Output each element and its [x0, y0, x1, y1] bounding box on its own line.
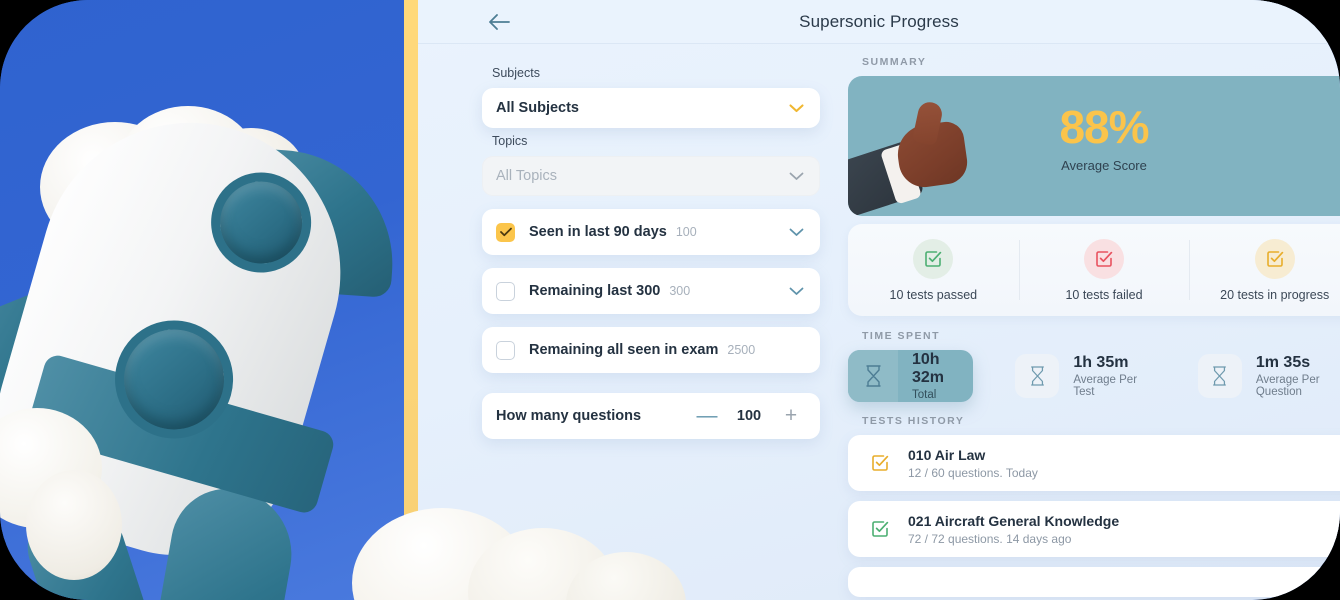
- stepper-increment-button[interactable]: +: [776, 404, 806, 428]
- time-caption: Average Per Test: [1073, 374, 1138, 399]
- test-history-row[interactable]: 021 Aircraft General Knowledge 72 / 72 q…: [848, 501, 1340, 557]
- tests-stats-card: 10 tests passed 10 tests failed 20 tests…: [848, 224, 1340, 316]
- test-history-subtitle: 72 / 72 questions. 14 days ago: [908, 531, 1072, 546]
- average-score-caption: Average Score: [1061, 158, 1147, 173]
- checkbox-checked[interactable]: [496, 222, 515, 242]
- chevron-down-icon: [789, 172, 804, 180]
- stat-tests-passed: 10 tests passed: [848, 224, 1019, 316]
- check-square-icon: [870, 519, 890, 539]
- filter-option-row[interactable]: Seen in last 90 days 100: [482, 209, 820, 255]
- filter-option-row[interactable]: Remaining last 300 300: [482, 268, 820, 314]
- hero-illustration-panel: [0, 0, 412, 600]
- chevron-down-icon[interactable]: [789, 228, 804, 237]
- time-value: 10h 32m: [912, 350, 945, 386]
- subjects-value: All Subjects: [496, 100, 579, 116]
- filter-option-label: Remaining all seen in exam: [529, 342, 719, 358]
- hourglass-icon: [848, 350, 898, 402]
- progress-column: SUMMARY 88% Average Score 10 tests passe…: [848, 44, 1340, 600]
- app-screen: Supersonic Progress Subjects All Subject…: [0, 0, 1340, 600]
- checkbox-unchecked[interactable]: [496, 281, 515, 301]
- stepper-value: 100: [736, 408, 762, 424]
- test-history-title: 010 Air Law: [908, 446, 986, 463]
- time-card-average-per-test[interactable]: 1h 35m Average Per Test: [1015, 350, 1156, 402]
- topics-placeholder: All Topics: [496, 168, 557, 184]
- cloud-shape: [26, 470, 122, 580]
- summary-section-label: SUMMARY: [862, 56, 927, 68]
- summary-card: 88% Average Score: [848, 76, 1340, 216]
- subjects-select[interactable]: All Subjects: [482, 88, 820, 128]
- hourglass-icon: [1015, 354, 1060, 398]
- top-bar: Supersonic Progress: [418, 0, 1340, 44]
- back-button[interactable]: [481, 4, 517, 40]
- topics-select[interactable]: All Topics: [482, 156, 820, 196]
- test-history-title: 021 Aircraft General Knowledge: [908, 512, 1120, 529]
- stat-label: 10 tests passed: [889, 287, 978, 302]
- filter-option-count: 2500: [727, 343, 756, 357]
- stat-label: 10 tests failed: [1065, 287, 1143, 302]
- filter-option-count: 300: [669, 284, 691, 298]
- time-card-average-per-question[interactable]: 1m 35s Average Per Question: [1197, 350, 1340, 402]
- test-history-row[interactable]: [848, 567, 1340, 597]
- check-square-icon: [870, 453, 890, 473]
- time-value: 1h 35m: [1073, 353, 1129, 371]
- time-caption: Average Per Question: [1255, 374, 1320, 399]
- stat-label: 20 tests in progress: [1220, 287, 1330, 302]
- test-history-subtitle: 12 / 60 questions. Today: [908, 465, 1038, 480]
- test-history-row[interactable]: 010 Air Law 12 / 60 questions. Today: [848, 435, 1340, 491]
- stat-tests-failed: 10 tests failed: [1018, 224, 1190, 316]
- check-square-icon: [1254, 238, 1295, 279]
- filter-option-row[interactable]: Remaining all seen in exam 2500: [482, 327, 820, 373]
- check-square-icon: [913, 238, 954, 279]
- arrow-left-icon: [489, 14, 510, 30]
- checkbox-unchecked[interactable]: [496, 340, 515, 360]
- tests-history-section-label: TESTS HISTORY: [862, 415, 965, 427]
- stat-tests-in-progress: 20 tests in progress: [1189, 224, 1340, 316]
- stepper-label: How many questions: [496, 408, 642, 424]
- chevron-down-icon: [789, 103, 804, 112]
- app-panel: Supersonic Progress Subjects All Subject…: [418, 0, 1340, 600]
- time-spent-section-label: TIME SPENT: [862, 330, 941, 342]
- check-icon: [499, 227, 512, 237]
- question-count-stepper: How many questions — 100 +: [482, 393, 820, 439]
- stepper-decrement-button[interactable]: —: [692, 404, 722, 428]
- filter-option-count: 100: [675, 225, 697, 239]
- average-score-value: 88%: [1059, 101, 1149, 153]
- page-title: Supersonic Progress: [799, 11, 959, 31]
- check-square-icon: [1084, 238, 1124, 279]
- hourglass-icon: [1197, 354, 1242, 398]
- time-caption: Total: [912, 389, 937, 402]
- chevron-down-icon[interactable]: [789, 287, 804, 296]
- time-spent-row: 10h 32m Total 1h 35m Average Per Test 1m…: [848, 350, 1340, 402]
- topics-label: Topics: [492, 134, 528, 148]
- filter-option-label: Seen in last 90 days: [529, 224, 667, 240]
- time-card-total[interactable]: 10h 32m Total: [848, 350, 974, 402]
- time-value: 1m 35s: [1255, 353, 1311, 371]
- subjects-label: Subjects: [492, 66, 540, 80]
- filter-option-label: Remaining last 300: [529, 283, 661, 299]
